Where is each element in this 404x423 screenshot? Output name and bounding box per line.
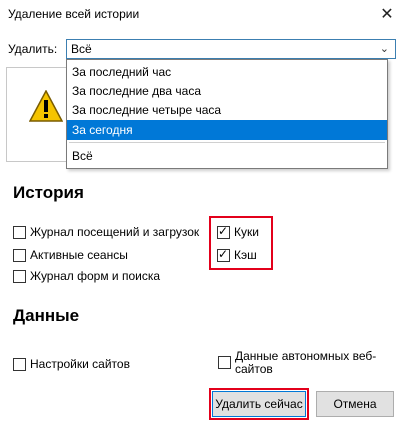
dropdown-option-last-hour[interactable]: За последний час [67,62,387,82]
chevron-down-icon: ⌄ [379,43,389,55]
history-browsing-checkbox[interactable]: Журнал посещений и загрузок [13,224,199,240]
time-range-label: Удалить: [8,42,58,56]
active-sessions-checkbox[interactable]: Активные сеансы [13,247,128,263]
checkbox-box[interactable] [13,248,26,262]
offline-website-data-checkbox[interactable]: Данные автономных веб-сайтов [218,350,385,378]
dropdown-option-everything[interactable]: Всё [67,146,387,166]
title-bar: Удаление всей истории ✕ [0,0,404,28]
time-range-value: Всё [71,42,92,56]
checkbox-label: Данные автономных веб-сайтов [235,349,377,376]
window-title: Удаление всей истории [8,7,140,21]
warning-panel [6,67,66,162]
dropdown-option-last-two-hours[interactable]: За последние два часа [67,81,387,101]
checkbox-box[interactable] [13,225,26,239]
dropdown-separator [69,142,385,143]
history-heading: История [13,183,84,202]
close-button[interactable]: ✕ [370,0,404,28]
highlight-box-cookies-cache [209,216,273,270]
form-search-history-checkbox[interactable]: Журнал форм и поиска [13,268,160,284]
highlight-box-clear-now [209,388,309,420]
time-range-dropdown: За последний час За последние два часа З… [66,59,388,169]
checkbox-label: Активные сеансы [30,248,128,262]
data-heading: Данные [13,306,80,325]
time-range-row: Удалить: Всё ⌄ [8,39,398,59]
checkbox-box[interactable] [13,357,26,371]
dropdown-option-today[interactable]: За сегодня [67,120,387,140]
dropdown-option-last-four-hours[interactable]: За последние четыре часа [67,100,387,120]
time-range-select[interactable]: Всё ⌄ [66,39,396,59]
checkbox-label: Журнал форм и поиска [30,269,161,283]
checkbox-box[interactable] [13,269,26,283]
site-settings-checkbox[interactable]: Настройки сайтов [13,356,130,372]
warning-icon [29,90,63,122]
checkbox-box[interactable] [218,356,231,369]
cancel-button[interactable]: Отмена [316,391,394,417]
close-icon: ✕ [380,6,394,23]
checkbox-label: Журнал посещений и загрузок [30,225,200,239]
checkbox-label: Настройки сайтов [30,357,130,371]
